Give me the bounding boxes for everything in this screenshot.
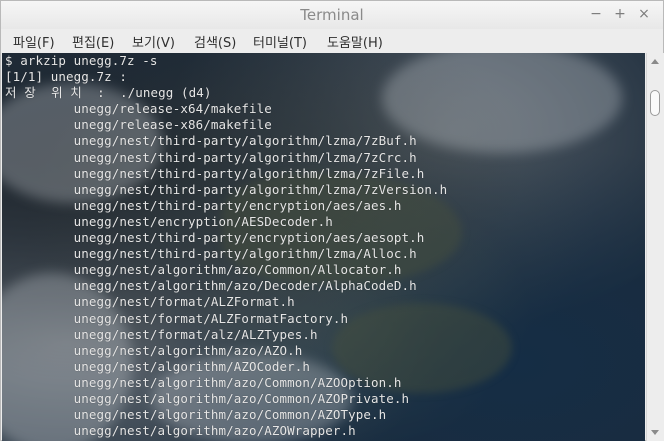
terminal-window: Terminal − + × 파일(F) 편집(E) 보기(V) 검색(S) 터… <box>0 0 664 441</box>
terminal-line: unegg/nest/third-party/algorithm/lzma/7z… <box>5 133 417 149</box>
menu-view[interactable]: 보기(V) <box>132 32 175 51</box>
menu-file[interactable]: 파일(F) <box>13 32 55 51</box>
terminal-line: unegg/release-x86/makefile <box>5 117 272 133</box>
scrollbar-thumb[interactable] <box>650 90 660 116</box>
terminal-line: 저 장 위 치 : ./unegg (d4) <box>5 85 212 101</box>
terminal-line: unegg/release-x64/makefile <box>5 101 272 117</box>
title-bar[interactable]: Terminal − + × <box>1 1 663 29</box>
terminal-line: unegg/nest/third-party/encryption/aes/ae… <box>5 230 425 246</box>
terminal-line: unegg/nest/algorithm/azo/AZOWrapper.h <box>5 423 356 439</box>
menu-bar: 파일(F) 편집(E) 보기(V) 검색(S) 터미널(T) 도움말(H) <box>1 29 663 52</box>
terminal-line: unegg/nest/third-party/encryption/aes/ae… <box>5 197 402 213</box>
terminal-line: unegg/nest/algorithm/azo/Common/AZOOptio… <box>5 374 402 390</box>
terminal-line: $ arkzip unegg.7z -s <box>5 53 158 68</box>
terminal-line: unegg/nest/format/alz/ALZTypes.h <box>5 326 318 342</box>
terminal-line: unegg/nest/algorithm/azo/Common/AZOType.… <box>5 407 387 423</box>
close-button[interactable]: × <box>635 5 653 23</box>
scroll-down-arrow-icon[interactable] <box>651 430 659 435</box>
menu-terminal[interactable]: 터미널(T) <box>253 32 307 51</box>
terminal-line: unegg/nest/third-party/algorithm/lzma/7z… <box>5 149 417 165</box>
menu-search[interactable]: 검색(S) <box>194 32 236 51</box>
minimize-button[interactable]: − <box>587 5 605 23</box>
terminal-output[interactable]: $ arkzip unegg.7z -s [1/1] unegg.7z : 저 … <box>2 53 645 441</box>
window-title: Terminal <box>300 6 364 24</box>
terminal-lines: $ arkzip unegg.7z -s [1/1] unegg.7z : 저 … <box>5 53 645 439</box>
terminal-line: [1/1] unegg.7z : <box>5 69 128 85</box>
menu-edit[interactable]: 편집(E) <box>72 32 114 51</box>
terminal-line: unegg/nest/format/ALZFormatFactory.h <box>5 310 349 326</box>
terminal-line: unegg/nest/algorithm/azo/Decoder/AlphaCo… <box>5 278 417 294</box>
vertical-scrollbar[interactable] <box>646 53 664 441</box>
terminal-line: unegg/nest/third-party/algorithm/lzma/7z… <box>5 165 425 181</box>
terminal-line: unegg/nest/third-party/algorithm/lzma/7z… <box>5 181 448 197</box>
terminal-line: unegg/nest/algorithm/azo/Common/AZOPriva… <box>5 390 410 406</box>
terminal-line: unegg/nest/algorithm/AZOCoder.h <box>5 358 311 374</box>
terminal-line: unegg/nest/algorithm/azo/Common/Allocato… <box>5 262 402 278</box>
terminal-line: unegg/nest/algorithm/azo/AZO.h <box>5 342 303 358</box>
terminal-line: unegg/nest/third-party/algorithm/lzma/Al… <box>5 246 417 262</box>
terminal-line: unegg/nest/encryption/AESDecoder.h <box>5 213 333 229</box>
scroll-up-arrow-icon[interactable] <box>651 59 659 64</box>
maximize-button[interactable]: + <box>611 5 629 23</box>
terminal-line: unegg/nest/format/ALZFormat.h <box>5 294 295 310</box>
menu-help[interactable]: 도움말(H) <box>327 32 383 51</box>
